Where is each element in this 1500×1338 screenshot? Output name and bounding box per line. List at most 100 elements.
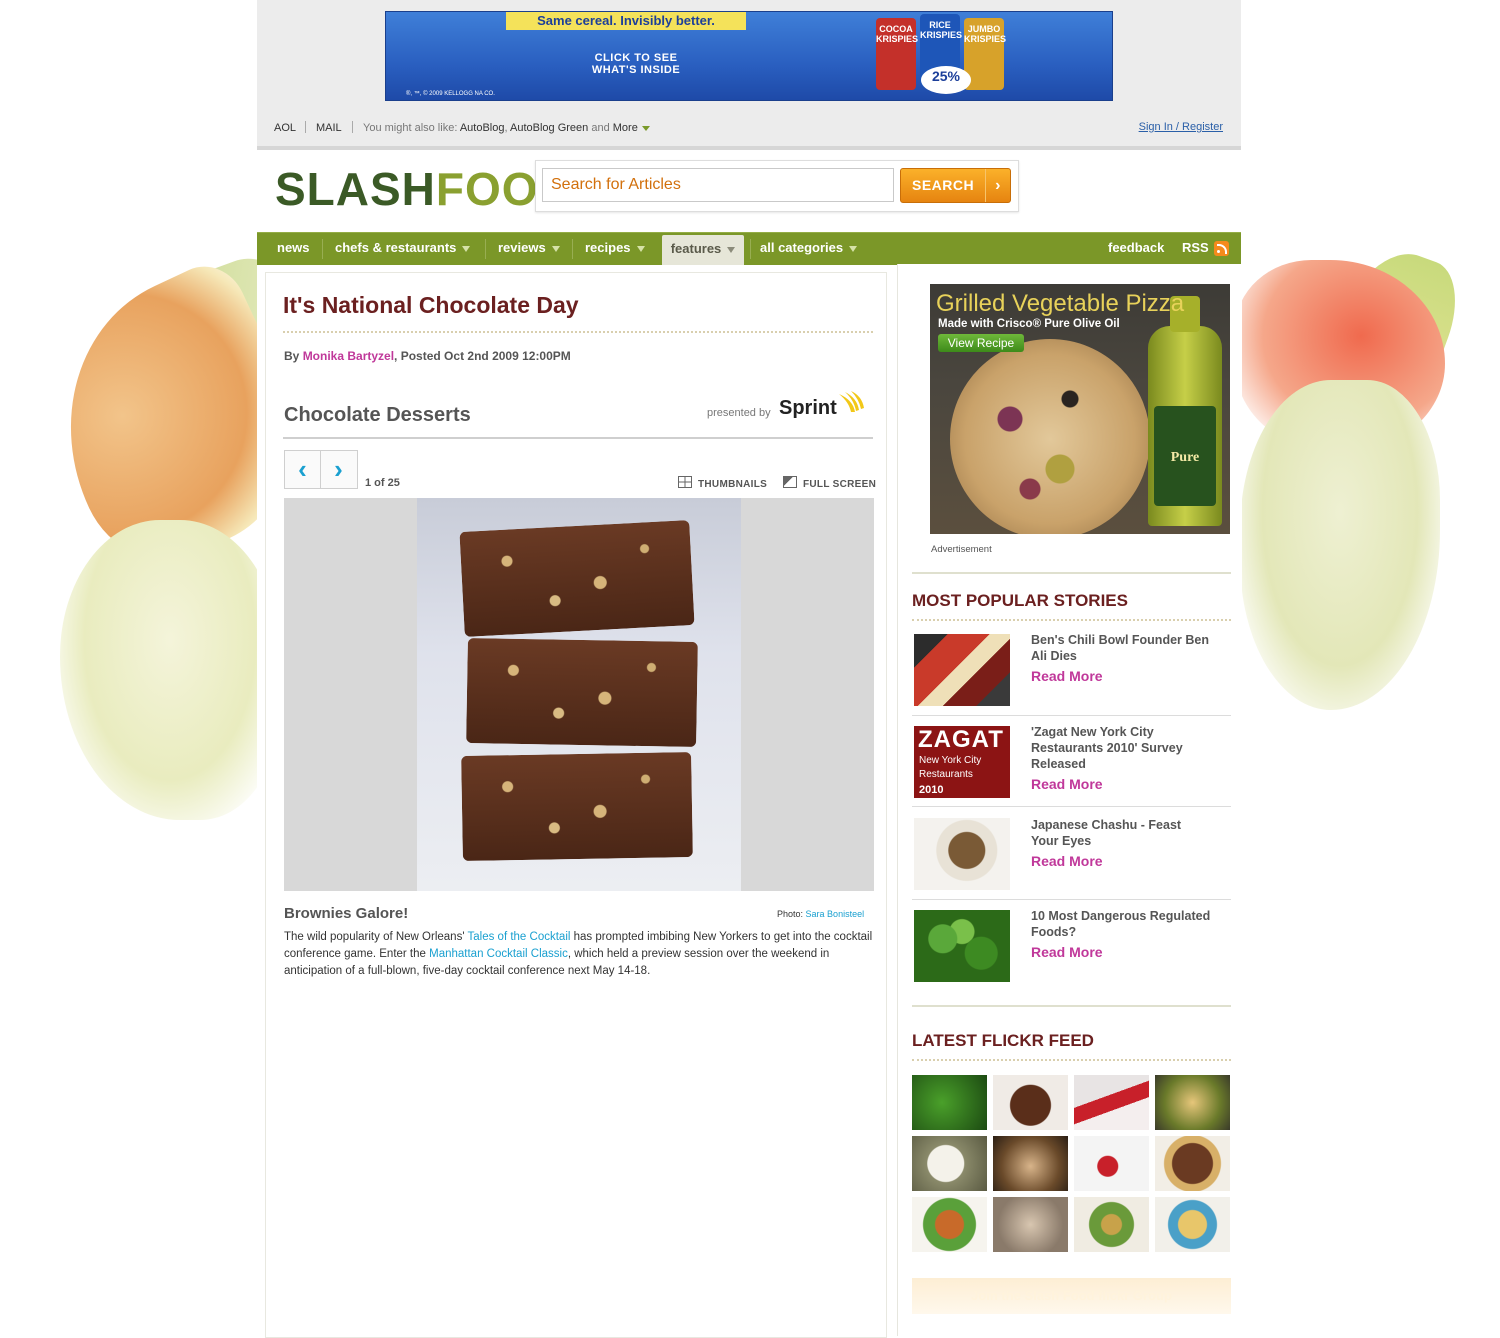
search-input[interactable]: Search for Articles xyxy=(542,168,894,202)
divider xyxy=(305,121,306,133)
nav-item-news[interactable]: news xyxy=(277,233,310,265)
autoblog-green-link[interactable]: AutoBlog Green xyxy=(510,122,588,134)
flickr-photo[interactable] xyxy=(993,1075,1068,1130)
chevron-right-icon[interactable]: › xyxy=(321,451,356,488)
gallery-nav: ‹ › xyxy=(284,450,358,489)
story-thumbnail[interactable] xyxy=(914,910,1010,982)
divider xyxy=(352,121,353,133)
more-link[interactable]: More xyxy=(613,122,638,134)
divider xyxy=(750,239,751,259)
divider xyxy=(912,715,1231,716)
article-title: It's National Chocolate Day xyxy=(283,292,579,318)
nav-label: features xyxy=(670,241,722,256)
read-more-link[interactable]: Read More xyxy=(1031,776,1103,792)
divider xyxy=(322,239,323,259)
banner-headline: Same cereal. Invisibly better. xyxy=(506,12,746,30)
post-date: , Posted Oct 2nd 2009 12:00PM xyxy=(394,349,571,363)
feedback-link[interactable]: feedback xyxy=(1108,233,1164,265)
nav-item-features[interactable]: features xyxy=(662,235,744,265)
aol-link[interactable]: AOL xyxy=(274,122,296,134)
chevron-down-icon[interactable] xyxy=(641,125,650,131)
flickr-photo[interactable] xyxy=(993,1136,1068,1191)
flickr-photo[interactable] xyxy=(1155,1136,1230,1191)
and-text: and xyxy=(591,122,610,134)
caret-down-icon xyxy=(462,245,471,252)
thumbnails-button[interactable]: THUMBNAILS xyxy=(678,476,767,490)
main-nav: news chefs & restaurants reviews recipes… xyxy=(257,232,1241,265)
story-title[interactable]: Japanese Chashu - Feast Your Eyes xyxy=(1031,817,1211,849)
brownies-photo[interactable] xyxy=(417,498,741,891)
brownie xyxy=(466,638,698,747)
story-thumbnail[interactable] xyxy=(914,818,1010,890)
nav-item-all-categories[interactable]: all categories xyxy=(760,233,858,265)
story-thumbnail[interactable] xyxy=(914,634,1010,706)
zagat-subtitle: New York City Restaurants xyxy=(919,755,982,780)
manhattan-cocktail-classic-link[interactable]: Manhattan Cocktail Classic xyxy=(429,948,568,960)
story-title[interactable]: 10 Most Dangerous Regulated Foods? xyxy=(1031,908,1211,940)
site-logo[interactable]: SLASHFOOD xyxy=(275,166,573,212)
nav-item-chefs-restaurants[interactable]: chefs & restaurants xyxy=(335,233,471,265)
tales-of-the-cocktail-link[interactable]: Tales of the Cocktail xyxy=(468,931,571,943)
flickr-photo[interactable] xyxy=(912,1075,987,1130)
sprint-logo-icon xyxy=(839,391,864,412)
sign-in-link[interactable]: Sign In / Register xyxy=(1139,121,1223,133)
caret-down-icon xyxy=(636,245,645,252)
flickr-photo[interactable] xyxy=(1155,1075,1230,1130)
presented-by: presented by xyxy=(707,407,771,419)
utility-bar: AOL MAIL You might also like: AutoBlog, … xyxy=(257,118,1241,140)
author-link[interactable]: Monika Bartyzel xyxy=(303,349,394,363)
byline: By Monika Bartyzel, Posted Oct 2nd 2009 … xyxy=(284,349,571,363)
story-title[interactable]: Ben's Chili Bowl Founder Ben Ali Dies xyxy=(1031,632,1211,664)
read-more-link[interactable]: Read More xyxy=(1031,668,1103,684)
chevron-right-icon: › xyxy=(985,169,1010,202)
pizza-image xyxy=(950,339,1150,534)
honeydew-slice-decoration xyxy=(1240,380,1440,710)
read-more-link[interactable]: Read More xyxy=(1031,944,1103,960)
join-flickr-group-button[interactable]: Join the Slash Food flickr Group xyxy=(912,1278,1231,1314)
nav-label: reviews xyxy=(498,240,546,255)
autoblog-link[interactable]: AutoBlog xyxy=(460,122,505,134)
feedback-label: feedback xyxy=(1108,240,1165,255)
nav-item-recipes[interactable]: recipes xyxy=(585,233,645,265)
chevron-left-icon[interactable]: ‹ xyxy=(285,451,321,488)
flickr-photo[interactable] xyxy=(1074,1075,1149,1130)
divider xyxy=(912,899,1231,900)
divider xyxy=(912,619,1231,621)
page-wrapper: Same cereal. Invisibly better. CLICK TO … xyxy=(257,0,1242,1338)
rss-link[interactable]: RSS xyxy=(1182,233,1229,265)
search-box: Search for Articles SEARCH › xyxy=(535,160,1019,212)
photographer-link[interactable]: Sara Bonisteel xyxy=(806,909,865,919)
story-title[interactable]: 'Zagat New York City Restaurants 2010' S… xyxy=(1031,724,1211,772)
nav-label: news xyxy=(277,240,310,255)
caption-title: Brownies Galore! xyxy=(284,905,409,922)
honeydew-slice-decoration xyxy=(60,520,280,820)
gallery-title: Chocolate Desserts xyxy=(284,404,471,426)
zagat-year: 2010 xyxy=(919,784,944,796)
flickr-photo[interactable] xyxy=(993,1197,1068,1252)
caret-down-icon xyxy=(551,245,560,252)
divider xyxy=(912,572,1231,574)
grid-icon xyxy=(678,476,692,488)
banner-ad[interactable]: Same cereal. Invisibly better. CLICK TO … xyxy=(385,11,1113,101)
nav-item-reviews[interactable]: reviews xyxy=(498,233,560,265)
divider xyxy=(912,806,1231,807)
crisco-ad[interactable]: Pure Grilled Vegetable Pizza Made with C… xyxy=(930,284,1230,534)
view-recipe-button[interactable]: View Recipe xyxy=(938,334,1024,352)
flickr-photo[interactable] xyxy=(1074,1197,1149,1252)
brownie xyxy=(461,752,693,861)
flickr-photo[interactable] xyxy=(1074,1136,1149,1191)
mail-link[interactable]: MAIL xyxy=(316,122,342,134)
story-thumbnail[interactable]: ZAGAT New York City Restaurants 2010 xyxy=(914,726,1010,798)
search-button[interactable]: SEARCH › xyxy=(900,168,1011,203)
caption-part: The wild popularity of New Orleans' xyxy=(284,931,468,943)
sprint-logo[interactable]: Sprint xyxy=(779,397,837,420)
flickr-photo[interactable] xyxy=(1155,1197,1230,1252)
flickr-photo[interactable] xyxy=(912,1197,987,1252)
divider xyxy=(912,1059,1231,1061)
flickr-photo[interactable] xyxy=(912,1136,987,1191)
read-more-link[interactable]: Read More xyxy=(1031,853,1103,869)
full-screen-button[interactable]: FULL SCREEN xyxy=(783,476,876,490)
fullscreen-icon xyxy=(783,476,797,488)
ad-label: Advertisement xyxy=(931,544,992,555)
banner-cta[interactable]: CLICK TO SEE WHAT'S INSIDE xyxy=(576,52,696,76)
